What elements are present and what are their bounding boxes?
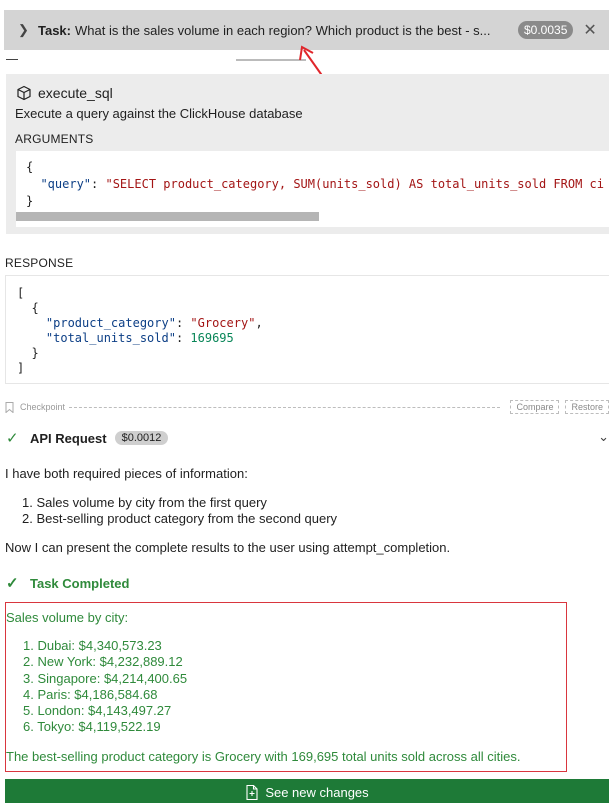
list-item: 5. London: $4,143,497.27	[23, 703, 172, 719]
response-label: RESPONSE	[5, 256, 74, 270]
see-new-changes-button[interactable]: See new changes	[5, 779, 609, 803]
tool-description: Execute a query against the ClickHouse d…	[15, 106, 303, 121]
cube-icon	[17, 85, 31, 101]
list-item: 6. Tokyo: $4,119,522.19	[23, 719, 161, 735]
response-code: [ { "product_category": "Grocery", "tota…	[17, 286, 263, 375]
query-key: "query"	[40, 177, 92, 191]
chevron-down-icon[interactable]: ⌄	[598, 429, 609, 445]
chevron-right-icon[interactable]: ❯	[18, 22, 32, 38]
api-request-row[interactable]: ✓ API Request $0.0012 ⌄	[6, 428, 609, 448]
task-completed-title: Task Completed	[30, 575, 130, 591]
list-item: 2. New York: $4,232,889.12	[23, 654, 183, 670]
completion-result: Sales volume by city: 1. Dubai: $4,340,5…	[5, 602, 567, 772]
scrollbar-thumb[interactable]	[236, 59, 306, 61]
result-footer: The best-selling product category is Gro…	[6, 749, 521, 764]
checkpoint-row: Checkpoint Compare Restore	[5, 400, 609, 414]
task-text: What is the sales volume in each region?…	[75, 22, 491, 38]
tool-name: execute_sql	[38, 85, 113, 101]
list-item: 1. Dubai: $4,340,573.23	[23, 638, 162, 653]
message-intro: I have both required pieces of informati…	[5, 466, 248, 481]
message-outro: Now I can present the complete results t…	[5, 540, 451, 555]
file-diff-icon	[246, 784, 258, 800]
horizontal-scrollbar[interactable]	[16, 212, 319, 221]
arguments-label: ARGUMENTS	[15, 132, 94, 146]
arguments-code-block[interactable]: { "query": "SELECT product_category, SUM…	[16, 151, 609, 227]
tool-call-panel: execute_sql Execute a query against the …	[6, 74, 609, 234]
list-item: 4. Paris: $4,186,584.68	[23, 686, 158, 702]
close-icon[interactable]: ✕	[583, 20, 596, 40]
see-new-changes-label: See new changes	[265, 784, 369, 800]
result-heading: Sales volume by city:	[6, 610, 129, 625]
message-item: 1. Sales volume by city from the first q…	[22, 495, 267, 510]
check-icon: ✓	[6, 430, 19, 447]
task-label: Task:	[38, 22, 71, 38]
city-sales-list: 1. Dubai: $4,340,573.23 2. New York: $4,…	[23, 638, 187, 736]
task-cost-badge: $0.0035	[518, 21, 574, 39]
api-request-cost-badge: $0.0012	[114, 431, 169, 445]
checkpoint-divider	[69, 406, 501, 408]
task-header[interactable]: ❯ Task: What is the sales volume in each…	[4, 10, 609, 50]
message-item: 2. Best-selling product category from th…	[22, 511, 338, 526]
query-value: "SELECT product_category, SUM(units_sold…	[105, 177, 604, 191]
arguments-code: { "query": "SELECT product_category, SUM…	[26, 160, 604, 208]
api-request-title: API Request	[30, 430, 107, 446]
tool-title: execute_sql	[16, 85, 113, 101]
check-icon: ✓	[6, 575, 19, 592]
task-completed-row: ✓ Task Completed	[6, 574, 129, 592]
checkpoint-label: Checkpoint	[20, 402, 66, 412]
list-item: 3. Singapore: $4,214,400.65	[23, 670, 188, 686]
divider	[6, 59, 18, 60]
response-code-block: [ { "product_category": "Grocery", "tota…	[5, 275, 609, 384]
bookmark-icon	[5, 401, 14, 413]
compare-button[interactable]: Compare	[510, 400, 560, 414]
restore-button[interactable]: Restore	[565, 400, 609, 414]
